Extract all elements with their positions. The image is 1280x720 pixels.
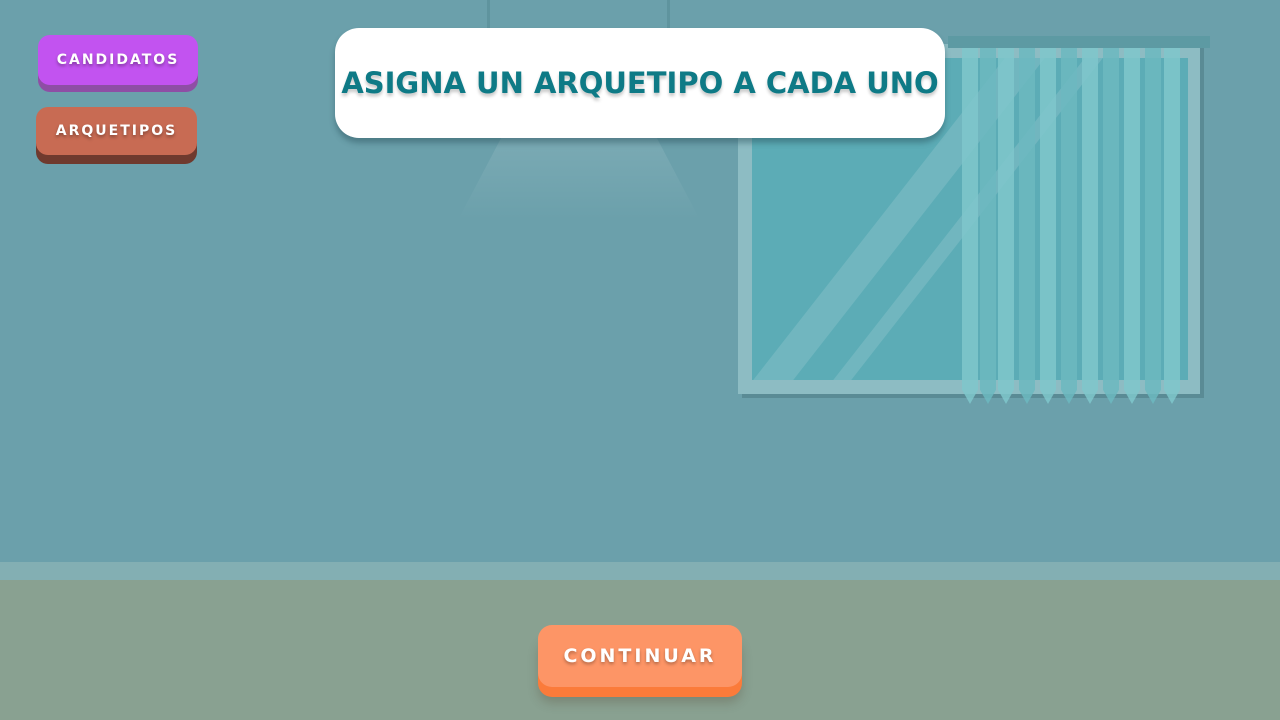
continue-button[interactable]: CONTINUAR xyxy=(538,625,742,687)
curtain-slat xyxy=(1082,48,1098,404)
candidatos-button-label: CANDIDATOS xyxy=(56,52,180,68)
curtain-slat xyxy=(1164,48,1180,404)
curtain-slat xyxy=(962,48,978,404)
baseboard xyxy=(0,562,1280,580)
lamp-cord-left xyxy=(487,0,490,30)
curtain-slat xyxy=(1061,48,1077,404)
instruction-title: ASIGNA UN ARQUETIPO A CADA UNO xyxy=(341,66,939,100)
curtain-slat xyxy=(1145,48,1161,404)
arquetipos-button-label: ARQUETIPOS xyxy=(55,123,178,139)
candidatos-button[interactable]: CANDIDATOS xyxy=(38,35,198,85)
lamp-cord-right xyxy=(667,0,670,30)
arquetipos-button[interactable]: ARQUETIPOS xyxy=(36,107,197,155)
curtain-slat xyxy=(1124,48,1140,404)
instruction-card: ASIGNA UN ARQUETIPO A CADA UNO xyxy=(335,28,945,138)
curtain-slat xyxy=(1040,48,1056,404)
curtain-slat xyxy=(980,48,996,404)
curtain-slat xyxy=(998,48,1014,404)
continue-button-label: CONTINUAR xyxy=(563,645,717,667)
curtain-slat xyxy=(1103,48,1119,404)
curtain-rail xyxy=(948,36,1210,48)
curtain-slat xyxy=(1019,48,1035,404)
